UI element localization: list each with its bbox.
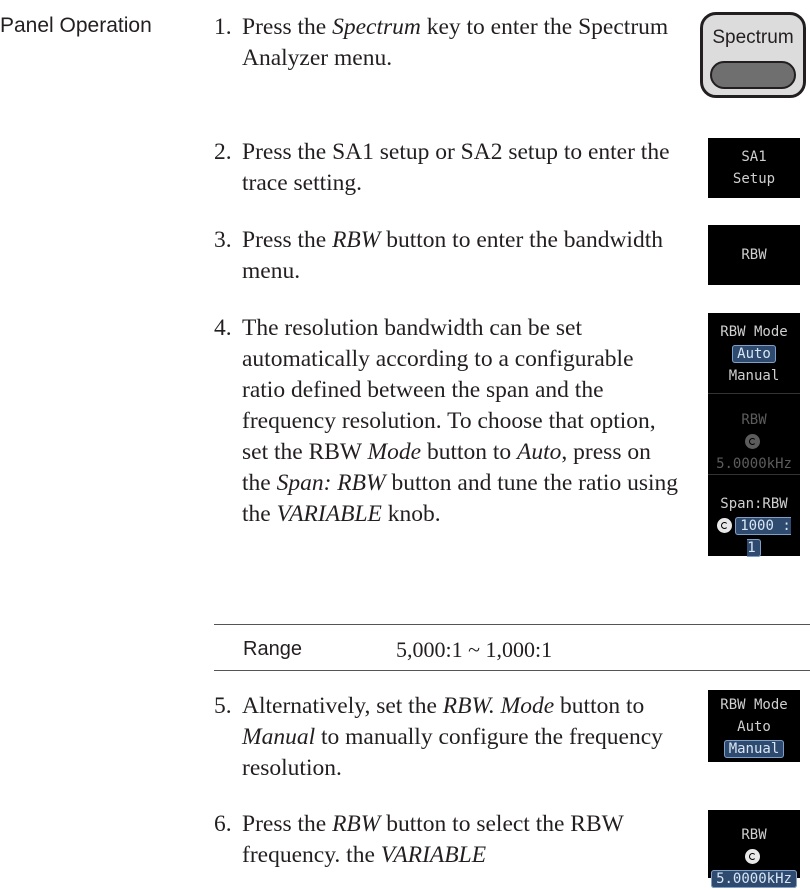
step-number: 5. (214, 693, 232, 719)
range-value: 5,000:1 ~ 1,000:1 (396, 637, 553, 662)
rbw-softkey[interactable]: RBW (708, 225, 800, 285)
auto-option[interactable]: Auto (708, 716, 800, 738)
section-label: Panel Operation (0, 14, 152, 37)
softkey-label: SA1 (741, 149, 767, 165)
variable-knob-icon (717, 518, 733, 533)
auto-option[interactable]: Auto (732, 345, 776, 363)
rbw-menu-panel: RBW Mode Auto Manual RBW 5.0000kHz Span:… (708, 313, 800, 557)
softkey-label: RBW (741, 247, 767, 263)
softkey-label: Setup (732, 171, 776, 187)
manual-option[interactable]: Manual (708, 365, 800, 387)
step-number: 1. (214, 14, 232, 40)
step-text: The resolution bandwidth can be set auto… (242, 315, 678, 527)
softkey-label: Span:RBW (720, 496, 788, 512)
manual-option[interactable]: Manual (723, 740, 785, 758)
softkey-label: RBW (741, 827, 767, 843)
rbw-frequency-softkey[interactable]: RBW 5.0000kHz (708, 810, 800, 888)
step-text: Alternatively, set the RBW. Mode button … (242, 693, 663, 781)
rbw-value-softkey[interactable]: RBW 5.0000kHz (708, 394, 800, 474)
step-number: 6. (214, 811, 232, 837)
softkey-label: RBW Mode (720, 324, 788, 340)
table-rule (214, 670, 810, 671)
key-pad (710, 61, 796, 89)
softkey-label: RBW Mode (720, 697, 788, 713)
rbw-value: 5.0000kHz (716, 456, 792, 472)
step-text: Press the RBW button to select the RBW f… (242, 811, 624, 868)
rbw-value: 5.0000kHz (711, 870, 797, 888)
sa1-setup-softkey[interactable]: SA1 Setup (708, 138, 800, 198)
spectrum-key-label: Spectrum (712, 27, 794, 48)
step-number: 2. (214, 139, 232, 165)
variable-knob-icon (745, 434, 760, 449)
variable-knob-icon (745, 849, 760, 864)
step-text: Press the RBW button to enter the bandwi… (242, 227, 663, 284)
step-number: 3. (214, 227, 232, 253)
rbw-mode-softkey[interactable]: RBW Mode Auto Manual (708, 313, 800, 393)
table-rule (214, 624, 810, 625)
step-text: Press the SA1 setup or SA2 setup to ente… (242, 139, 670, 196)
step-text: Press the Spectrum key to enter the Spec… (242, 14, 669, 71)
ratio-value: 1000 : 1 (735, 517, 791, 557)
spectrum-key[interactable]: Spectrum (700, 12, 806, 98)
rbw-mode-softkey-manual[interactable]: RBW Mode Auto Manual (708, 690, 800, 762)
range-label: Range (243, 638, 302, 660)
span-rbw-softkey[interactable]: Span:RBW 1000 : 1 (708, 475, 800, 557)
softkey-label: RBW (741, 412, 767, 428)
step-number: 4. (214, 315, 232, 341)
